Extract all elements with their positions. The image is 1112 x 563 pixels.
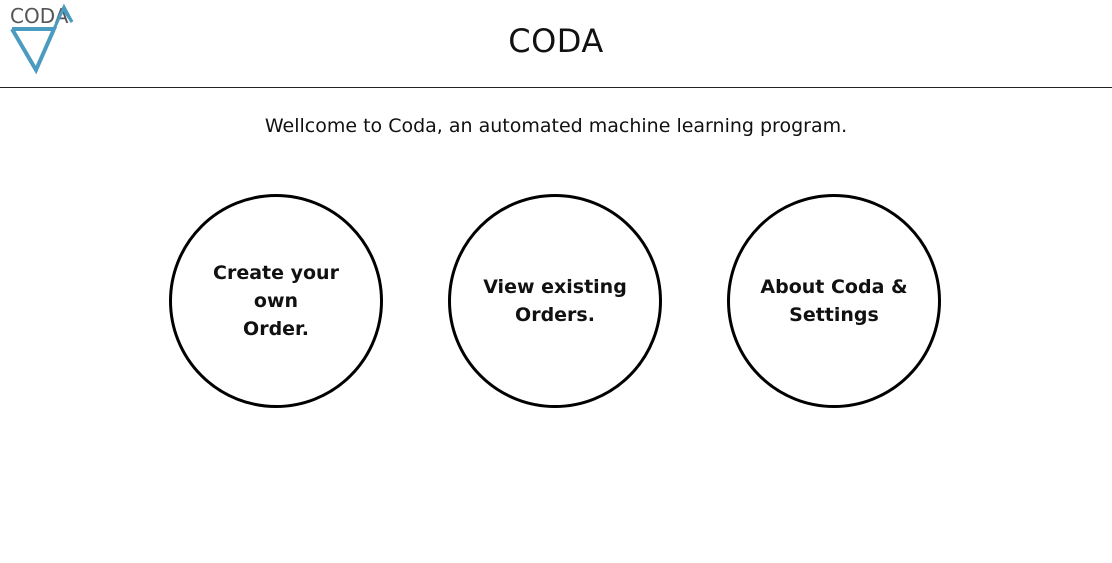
create-order-button[interactable]: Create your own Order. [169, 194, 383, 408]
create-order-label: Create your own Order. [213, 262, 339, 340]
about-settings-button[interactable]: About Coda & Settings [727, 194, 941, 408]
welcome-message: Wellcome to Coda, an automated machine l… [264, 115, 848, 137]
page-title: CODA [508, 22, 604, 60]
view-orders-label: View existing Orders. [483, 276, 627, 326]
view-orders-button[interactable]: View existing Orders. [448, 194, 662, 408]
header: CODA CODA [0, 0, 1112, 88]
about-settings-label: About Coda & Settings [760, 276, 908, 326]
